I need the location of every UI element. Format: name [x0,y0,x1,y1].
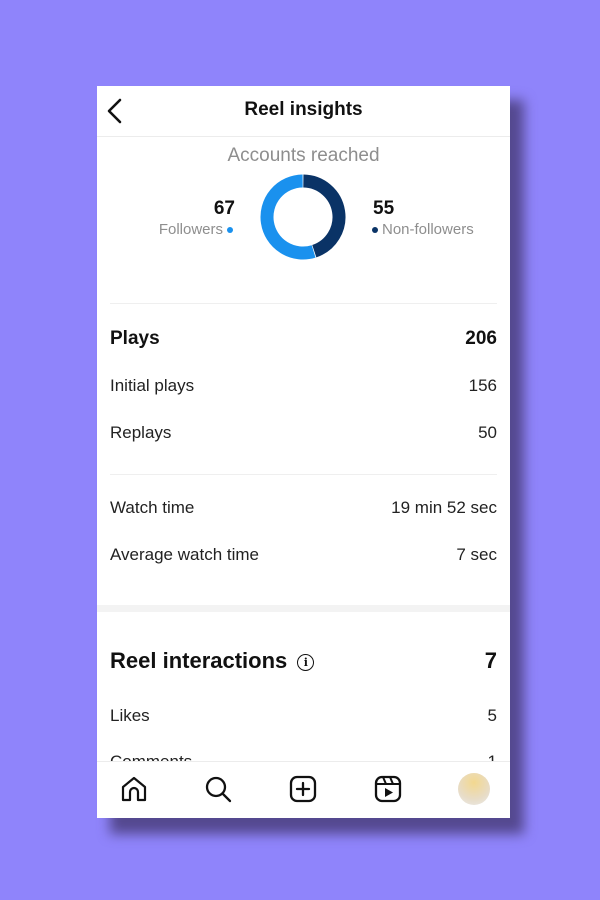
plays-row: Plays 206 [110,328,497,350]
non-followers-dot [372,227,378,234]
accounts-reached-title: Accounts reached [227,145,380,166]
plays-label: Plays [110,328,160,349]
reel-interactions-row: Reel interactions i 7 [110,648,497,674]
row-value: 7 sec [456,545,497,564]
replays-row: Replays 50 [110,423,497,443]
row-label: Watch time [110,498,195,517]
row-label: Likes [110,706,150,725]
followers-label: Followers [158,221,223,238]
section-separator [97,605,510,612]
reel-interactions-value: 7 [484,648,497,673]
donut-slice-followers [260,174,316,260]
row-label: Average watch time [110,545,259,564]
row-value: 156 [468,376,497,395]
bottom-nav [97,761,510,818]
followers-legend: Followers [159,221,237,238]
top-bar: Reel insights [97,86,510,137]
profile-avatar[interactable] [458,773,490,805]
divider [110,474,497,475]
phone-screen: Reel insights Accounts reached 67 Follow… [97,86,510,818]
average-watch-time-row: Average watch time 7 sec [110,545,497,565]
row-label: Initial plays [110,376,195,395]
plays-value: 206 [465,328,497,349]
followers-dot [227,227,233,234]
row-value: 5 [487,706,497,725]
initial-plays-row: Initial plays 156 [110,376,497,396]
followers-count: 67 [213,198,235,219]
search-icon[interactable] [203,774,233,804]
reels-icon[interactable] [373,774,403,804]
info-icon[interactable]: i [297,653,315,671]
divider [110,303,497,304]
likes-row: Likes 5 [110,706,497,726]
accounts-donut-chart [260,174,346,260]
non-followers-legend: Non-followers [368,221,474,238]
reel-interactions-label: Reel interactions [110,648,288,673]
home-icon[interactable] [119,774,149,804]
page-title: Reel insights [244,99,363,120]
donut-slice-non-followers [302,174,346,258]
row-value: 19 min 52 sec [391,498,497,517]
row-value: 50 [478,423,497,442]
row-label: Replays [110,423,172,442]
non-followers-label: Non-followers [382,221,474,238]
watch-time-row: Watch time 19 min 52 sec [110,498,497,518]
non-followers-count: 55 [373,198,395,219]
create-icon[interactable] [288,774,318,804]
